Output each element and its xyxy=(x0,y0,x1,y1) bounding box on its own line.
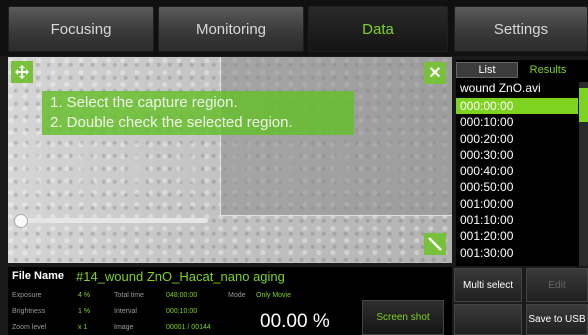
zoom-label: Zoom level xyxy=(12,324,47,331)
total-time-value: 048:00:00 xyxy=(166,292,198,299)
image-viewer[interactable]: 1. Select the capture region. 2. Double … xyxy=(8,57,452,263)
tab-settings[interactable]: Settings xyxy=(454,6,588,52)
interval-value: 000:10:00 xyxy=(166,308,198,315)
timeline-slider-thumb[interactable] xyxy=(14,214,28,228)
exposure-value: 4 % xyxy=(78,292,91,299)
top-tab-bar: Focusing Monitoring Data Settings xyxy=(0,0,588,56)
mode-label: Mode xyxy=(228,292,246,299)
tab-monitoring[interactable]: Monitoring xyxy=(158,6,304,52)
screenshot-button[interactable]: Screen shot xyxy=(362,300,444,335)
move-arrows-icon[interactable] xyxy=(11,61,33,83)
multi-select-button[interactable]: Multi select xyxy=(454,268,522,302)
timeline-slider-track[interactable] xyxy=(18,218,208,223)
file-name-label: File Name xyxy=(12,270,64,282)
instruction-line-1: 1. Select the capture region. xyxy=(50,94,238,111)
list-scrollbar-thumb[interactable] xyxy=(579,88,588,122)
tab-data[interactable]: Data xyxy=(308,6,448,52)
time-list-item[interactable]: 000:10:00 xyxy=(456,114,578,130)
video-file-name: wound ZnO.avi xyxy=(460,81,541,95)
time-list: 000:00:00 000:10:00 000:20:00 000:30:00 … xyxy=(456,98,578,261)
unlabeled-button[interactable] xyxy=(454,304,522,335)
exposure-label: Exposure xyxy=(12,292,42,299)
time-list-item[interactable]: 001:10:00 xyxy=(456,212,578,228)
brightness-label: Brightness xyxy=(12,308,46,315)
capture-region[interactable] xyxy=(220,57,452,216)
progress-percent: 00.00 % xyxy=(260,311,330,332)
list-scrollbar[interactable] xyxy=(579,82,588,266)
total-time-label: Total time xyxy=(114,292,144,299)
brightness-value: 1 % xyxy=(78,308,91,315)
tab-list[interactable]: List xyxy=(456,62,518,78)
time-list-item[interactable]: 000:20:00 xyxy=(456,131,578,147)
results-panel: List Results wound ZnO.avi 000:00:00 000… xyxy=(456,60,588,266)
time-list-item[interactable]: 000:50:00 xyxy=(456,179,578,195)
time-list-item[interactable]: 000:40:00 xyxy=(456,163,578,179)
image-value: 00001 / 00144 xyxy=(166,324,211,331)
instruction-banner: 1. Select the capture region. 2. Double … xyxy=(42,91,354,135)
time-list-item[interactable]: 000:30:00 xyxy=(456,147,578,163)
tab-results[interactable]: Results xyxy=(518,62,578,78)
time-list-item[interactable]: 001:30:00 xyxy=(456,245,578,261)
time-list-item[interactable]: 001:20:00 xyxy=(456,228,578,244)
file-name-value: #14_wound ZnO_Hacat_nano aging xyxy=(76,269,285,284)
image-label: Image xyxy=(114,324,134,331)
zoom-value: x 1 xyxy=(78,324,88,331)
resize-handle-icon[interactable] xyxy=(424,233,446,255)
instruction-line-2: 2. Double check the selected region. xyxy=(50,114,293,131)
interval-label: Interval xyxy=(114,308,137,315)
save-to-usb-button[interactable]: Save to USB xyxy=(526,304,588,335)
close-icon[interactable]: ✕ xyxy=(424,62,446,84)
mode-value: Only Movie xyxy=(256,292,292,299)
edit-button[interactable]: Edit xyxy=(526,268,588,302)
time-list-item[interactable]: 001:00:00 xyxy=(456,196,578,212)
tab-focusing[interactable]: Focusing xyxy=(8,6,154,52)
time-list-item[interactable]: 000:00:00 xyxy=(456,98,578,115)
